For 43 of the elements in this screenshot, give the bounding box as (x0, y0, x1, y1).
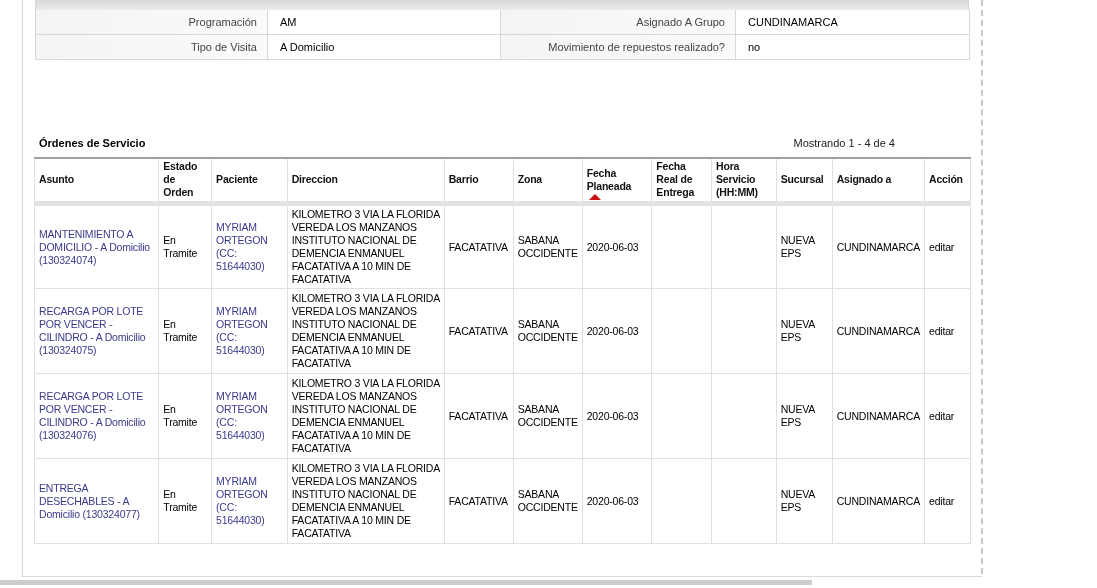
table-cell: CUNDINAMARCA (836, 240, 920, 254)
table-cell-text: En Tramite (163, 234, 199, 260)
table-cell-text: 2020-06-03 (586, 240, 640, 254)
table-cell: CUNDINAMARCA (836, 494, 920, 508)
table-cell: CUNDINAMARCA (836, 324, 920, 338)
table-cell: KILOMETRO 3 VIA LA FLORIDA VEREDA LOS MANZANOS INSTITUTO NACIONAL DE DEMENCIA ENMANUEL FACATATIVA A 10 MIN DE FACATATIVA (291, 292, 440, 370)
table-cell: SABANA OCCIDENTE (517, 318, 578, 344)
table-cell: KILOMETRO 3 VIA LA FLORIDA VEREDA LOS MANZANOS INSTITUTO NACIONAL DE DEMENCIA ENMANUEL FACATATIVA A 10 MIN DE FACATATIVA (291, 462, 440, 540)
table-cell: SABANA OCCIDENTE (517, 234, 578, 260)
table-cell-text: En Tramite (163, 318, 199, 344)
table-cell-text: 2020-06-03 (586, 324, 640, 338)
field-value: A Domicilio (268, 35, 501, 60)
table-cell-text: En Tramite (163, 403, 199, 429)
field-label: Tipo de Visita (36, 35, 268, 60)
field-value: no (736, 35, 970, 60)
edit-link[interactable]: editar (929, 240, 966, 254)
table-cell-text: En Tramite (163, 488, 199, 514)
table-cell-text: 2020-06-03 (586, 409, 640, 423)
field-label: Programación (36, 10, 268, 35)
table-cell-text: NUEVA EPS (780, 318, 816, 344)
table-cell: FACATATIVA (448, 494, 509, 508)
table-cell: SABANA OCCIDENTE (517, 403, 578, 429)
table-cell: FACATATIVA (448, 409, 509, 423)
table-cell: FACATATIVA (448, 240, 509, 254)
pagination-text: Mostrando 1 - 4 de 4 (793, 136, 896, 151)
field-value: AM (268, 10, 501, 35)
table-cell: SABANA OCCIDENTE (517, 488, 578, 514)
table-cell: KILOMETRO 3 VIA LA FLORIDA VEREDA LOS MANZANOS INSTITUTO NACIONAL DE DEMENCIA ENMANUEL FACATATIVA A 10 MIN DE FACATATIVA (291, 208, 440, 286)
field-value: CUNDINAMARCA (736, 10, 970, 35)
section-title: Órdenes de Servicio (38, 136, 146, 151)
table-cell-text: NUEVA EPS (780, 403, 816, 429)
sort-ascending-icon[interactable] (588, 193, 601, 200)
field-label: Movimiento de repuestos realizado? (501, 35, 736, 60)
table-cell-text: NUEVA EPS (780, 234, 816, 260)
edit-link[interactable]: editar (929, 409, 966, 423)
table-cell: FACATATIVA (448, 324, 509, 338)
table-cell-text: 2020-06-03 (586, 494, 640, 508)
edit-link[interactable]: editar (929, 324, 966, 338)
table-cell-text: NUEVA EPS (780, 488, 816, 514)
table-cell: KILOMETRO 3 VIA LA FLORIDA VEREDA LOS MANZANOS INSTITUTO NACIONAL DE DEMENCIA ENMANUEL FACATATIVA A 10 MIN DE FACATATIVA (291, 377, 440, 455)
table-cell: CUNDINAMARCA (836, 409, 920, 423)
field-label: Asignado A Grupo (501, 10, 736, 35)
edit-link[interactable]: editar (929, 494, 966, 508)
